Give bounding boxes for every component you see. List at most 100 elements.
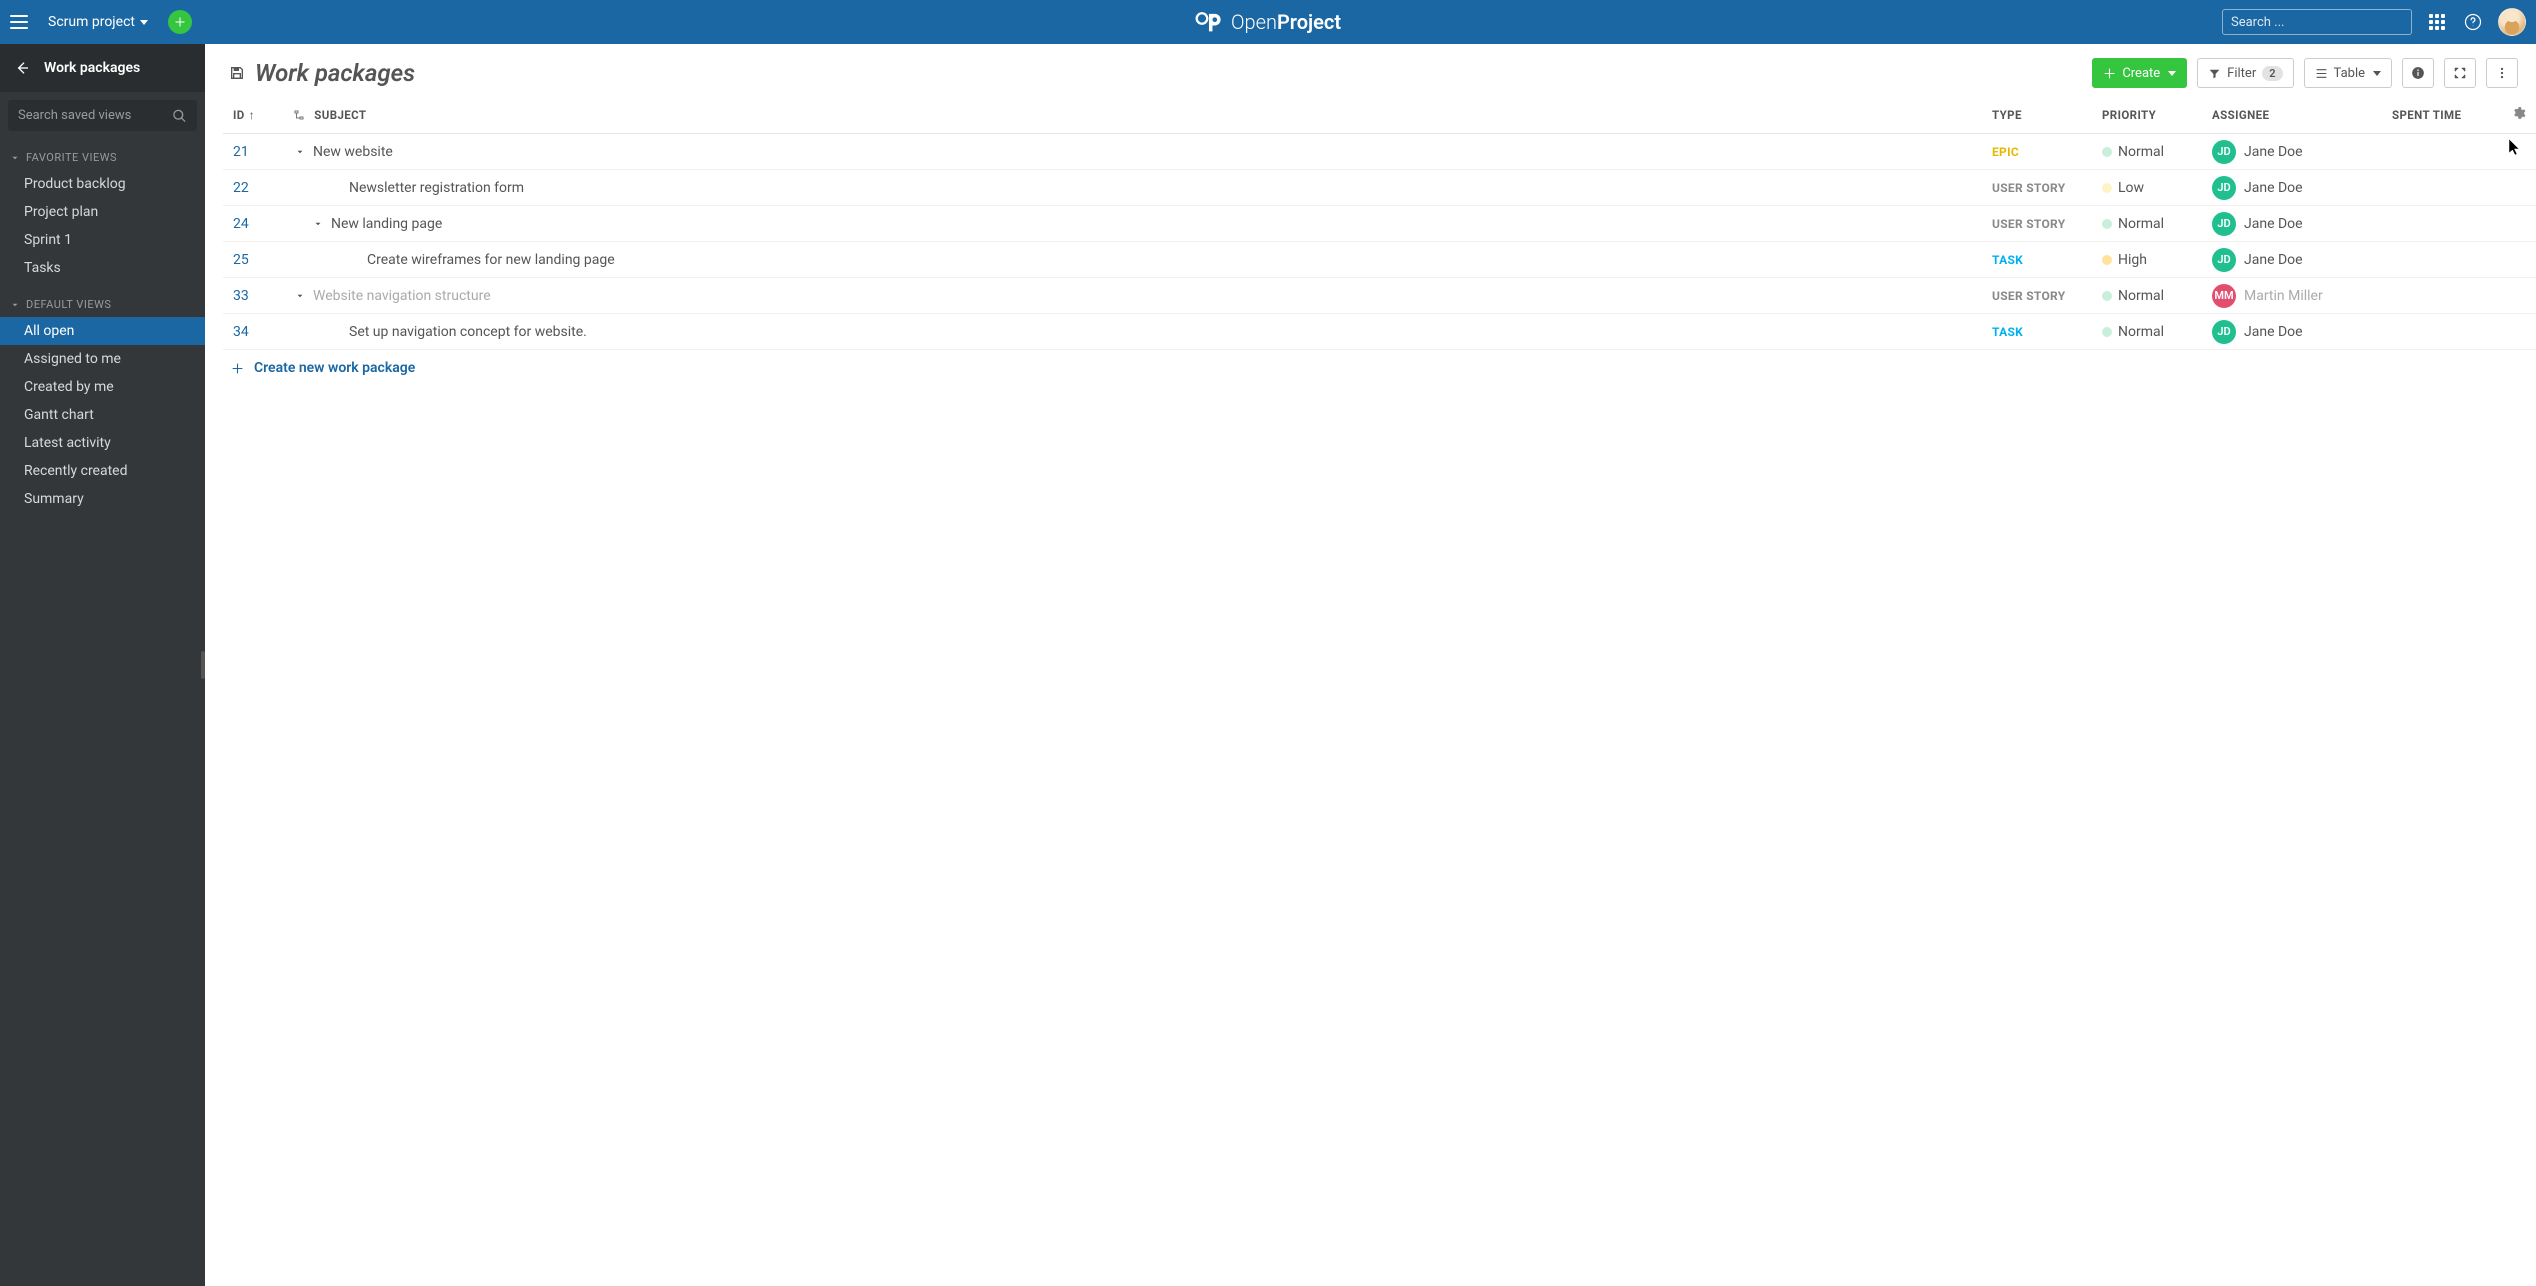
add-button[interactable] xyxy=(168,10,192,34)
work-package-table: ID↑ SUBJECT TYPE PRIORITY ASSIGNEE SPENT… xyxy=(205,96,2536,1286)
col-header-assignee[interactable]: ASSIGNEE xyxy=(2202,96,2382,134)
global-search[interactable] xyxy=(2222,9,2412,35)
sidebar-section: Favorite ViewsProduct backlogProject pla… xyxy=(0,145,205,282)
info-icon xyxy=(2411,66,2425,80)
app-logo[interactable]: OpenProject xyxy=(1195,10,1341,34)
sidebar-search-input[interactable] xyxy=(8,100,197,131)
page-title-wrap: Work packages xyxy=(229,59,415,87)
priority-dot-icon xyxy=(2102,219,2112,229)
wp-subject: New website xyxy=(313,144,393,160)
table-row[interactable]: 21New websiteEPICNormalJDJane Doe xyxy=(223,134,2536,170)
fullscreen-button[interactable] xyxy=(2444,58,2476,88)
sidebar-item[interactable]: Latest activity xyxy=(0,429,205,457)
kebab-icon xyxy=(2495,66,2509,80)
save-icon[interactable] xyxy=(229,65,245,81)
sidebar-section-header[interactable]: Default Views xyxy=(0,292,205,317)
fullscreen-icon xyxy=(2453,66,2467,80)
col-header-subject[interactable]: SUBJECT xyxy=(283,96,1982,134)
expand-toggle[interactable] xyxy=(293,289,307,303)
chevron-down-icon xyxy=(10,300,20,310)
priority-dot-icon xyxy=(2102,147,2112,157)
wp-id-link[interactable]: 24 xyxy=(233,216,249,232)
expand-toggle[interactable] xyxy=(293,145,307,159)
sidebar-item[interactable]: Created by me xyxy=(0,373,205,401)
view-mode-label: Table xyxy=(2334,66,2365,81)
wp-type: USER STORY xyxy=(1992,217,2066,231)
wp-type: TASK xyxy=(1992,325,2023,339)
chevron-down-icon xyxy=(2373,71,2381,76)
plus-icon xyxy=(231,362,244,375)
wp-id-link[interactable]: 25 xyxy=(233,252,249,268)
sidebar-search[interactable] xyxy=(8,100,197,131)
wp-assignee: JDJane Doe xyxy=(2212,248,2372,272)
plus-icon xyxy=(174,16,186,28)
project-selector[interactable]: Scrum project xyxy=(40,8,156,36)
table-row[interactable]: 33 Website navigation structure USER STORY… xyxy=(223,278,2536,314)
create-work-package-link[interactable]: Create new work package xyxy=(223,350,2536,386)
wp-assignee: JDJane Doe xyxy=(2212,320,2372,344)
sidebar-item[interactable]: All open xyxy=(0,317,205,345)
table-row[interactable]: 22Newsletter registration formUSER STORY… xyxy=(223,170,2536,206)
assignee-avatar: JD xyxy=(2212,212,2236,236)
wp-spent-time xyxy=(2382,278,2502,314)
wp-id-link[interactable]: 22 xyxy=(233,180,249,196)
sidebar-item[interactable]: Tasks xyxy=(0,254,205,282)
priority-dot-icon xyxy=(2102,291,2112,301)
wp-type: USER STORY xyxy=(1992,289,2066,303)
view-mode-button[interactable]: Table xyxy=(2304,58,2392,88)
table-row[interactable]: 24New landing pageUSER STORYNormalJDJane… xyxy=(223,206,2536,242)
sidebar-section-label: Default Views xyxy=(26,298,111,311)
sidebar-item[interactable]: Assigned to me xyxy=(0,345,205,373)
sidebar-section-header[interactable]: Favorite Views xyxy=(0,145,205,170)
top-bar: Scrum project OpenProject xyxy=(0,0,2536,44)
wp-subject: Newsletter registration form xyxy=(349,180,524,196)
help-button[interactable] xyxy=(2462,11,2484,33)
sidebar-item[interactable]: Recently created xyxy=(0,457,205,485)
wp-priority: Normal xyxy=(2102,216,2192,232)
sidebar-item[interactable]: Sprint 1 xyxy=(0,226,205,254)
search-input[interactable] xyxy=(2231,15,2397,30)
wp-id-link[interactable]: 34 xyxy=(233,324,249,340)
sidebar-section: Default Views All openAssigned to meCreat… xyxy=(0,292,205,513)
col-header-spent-time[interactable]: SPENT TIME xyxy=(2382,96,2502,134)
expand-toggle[interactable] xyxy=(311,217,325,231)
wp-id-link[interactable]: 21 xyxy=(233,144,249,160)
wp-priority: Low xyxy=(2102,180,2192,196)
hierarchy-icon xyxy=(293,109,305,121)
openproject-logo-icon xyxy=(1195,10,1223,34)
back-arrow-icon[interactable] xyxy=(14,60,30,76)
wp-spent-time xyxy=(2382,170,2502,206)
wp-subject: Website navigation structure xyxy=(313,288,491,304)
modules-button[interactable] xyxy=(2426,11,2448,33)
user-avatar[interactable] xyxy=(2498,8,2526,36)
assignee-avatar: JD xyxy=(2212,320,2236,344)
menu-hamburger-icon[interactable] xyxy=(10,15,28,29)
wp-type: EPIC xyxy=(1992,145,2019,159)
wp-spent-time xyxy=(2382,314,2502,350)
sidebar-item[interactable]: Product backlog xyxy=(0,170,205,198)
sidebar-item[interactable]: Project plan xyxy=(0,198,205,226)
wp-id-link[interactable]: 33 xyxy=(233,288,249,304)
wp-assignee: JDJane Doe xyxy=(2212,176,2372,200)
chevron-down-icon xyxy=(140,20,148,25)
help-icon xyxy=(2464,13,2482,31)
wp-subject: New landing page xyxy=(331,216,442,232)
col-header-type[interactable]: TYPE xyxy=(1982,96,2092,134)
wp-priority: Normal xyxy=(2102,144,2192,160)
filter-button[interactable]: Filter 2 xyxy=(2197,58,2293,88)
table-row[interactable]: 34Set up navigation concept for website.… xyxy=(223,314,2536,350)
search-icon xyxy=(172,108,187,123)
table-row[interactable]: 25Create wireframes for new landing page… xyxy=(223,242,2536,278)
create-label: Create xyxy=(2122,66,2160,81)
sidebar-item[interactable]: Summary xyxy=(0,485,205,513)
create-button[interactable]: Create xyxy=(2092,58,2187,88)
details-button[interactable] xyxy=(2402,58,2434,88)
col-header-id[interactable]: ID↑ xyxy=(223,96,283,134)
sidebar-item[interactable]: Gantt chart xyxy=(0,401,205,429)
col-header-priority[interactable]: PRIORITY xyxy=(2092,96,2202,134)
app-name: OpenProject xyxy=(1231,10,1341,34)
chevron-down-icon xyxy=(2168,71,2176,76)
col-header-settings[interactable] xyxy=(2502,96,2536,134)
more-menu-button[interactable] xyxy=(2486,58,2518,88)
table-icon xyxy=(2315,67,2328,80)
